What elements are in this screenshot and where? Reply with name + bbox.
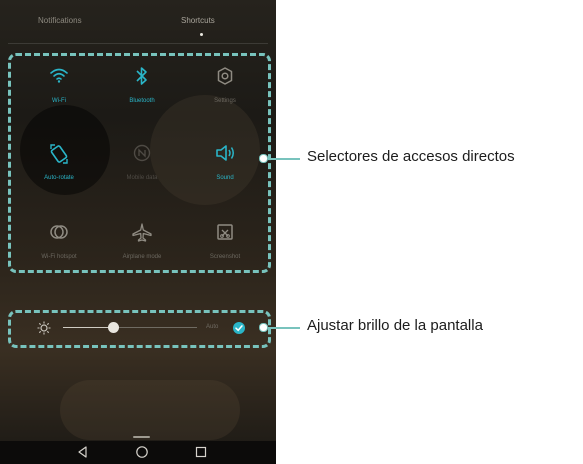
callout-anchor-dot [259,323,268,332]
shortcuts-highlight-frame [8,53,271,273]
panel-tabs: Notifications Shortcuts [0,0,276,42]
navigation-bar [0,441,276,464]
callout-anchor-dot [259,154,268,163]
callout-leader-line [268,158,300,160]
recents-icon[interactable] [194,445,208,459]
callout-shortcuts: Selectores de accesos directos [307,148,515,165]
wallpaper-shape [60,380,240,440]
callout-leader-line [268,327,300,329]
phone-screen: Notifications Shortcuts Wi-Fi Bluetooth … [0,0,276,464]
callout-brightness: Ajustar brillo de la pantalla [307,317,483,334]
back-icon[interactable] [76,445,90,459]
tab-shortcuts[interactable]: Shortcuts [181,16,215,25]
home-icon[interactable] [135,445,149,459]
drag-handle[interactable] [133,436,150,438]
tab-notifications[interactable]: Notifications [38,16,82,25]
divider [8,43,268,44]
brightness-highlight-frame [8,310,271,348]
active-tab-indicator [200,33,203,36]
